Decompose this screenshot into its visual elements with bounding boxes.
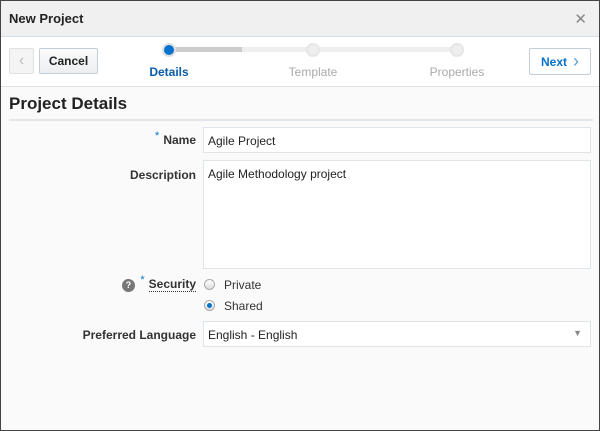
dropdown-arrow-icon: ▼ [573, 328, 582, 338]
divider [9, 119, 593, 121]
close-icon[interactable]: ✕ [574, 10, 587, 28]
next-label: Next [540, 54, 567, 69]
description-textarea[interactable]: Agile Methodology project [203, 160, 591, 269]
dialog-header: New Project ✕ [1, 1, 599, 37]
step-properties-dot[interactable] [450, 43, 464, 57]
help-icon[interactable]: ? [122, 279, 135, 292]
name-label: * Name [155, 130, 196, 147]
security-label: * Security [140, 274, 196, 292]
language-select[interactable]: English - English ▼ [203, 321, 591, 347]
back-button[interactable]: ‹ [9, 48, 34, 74]
step-template-dot[interactable] [306, 43, 320, 57]
step-details-dot[interactable] [162, 43, 176, 57]
step-details[interactable]: Details [149, 65, 188, 79]
required-icon: * [140, 274, 145, 286]
chevron-left-icon: ‹ [18, 52, 25, 69]
section-title: Project Details [9, 94, 128, 113]
description-label: Description [129, 168, 196, 182]
dialog-title: New Project [9, 11, 84, 26]
shared-radio[interactable] [204, 300, 215, 311]
language-label: Preferred Language [82, 328, 196, 342]
private-label[interactable]: Private [224, 278, 261, 292]
language-value: English - English [208, 328, 298, 342]
train-progress [169, 47, 242, 52]
next-button[interactable]: Next › [529, 48, 591, 75]
name-input[interactable]: Agile Project [203, 127, 591, 153]
chevron-right-icon: › [573, 51, 579, 71]
required-icon: * [155, 130, 160, 142]
cancel-button[interactable]: Cancel [39, 48, 98, 74]
step-template[interactable]: Template [289, 65, 338, 79]
new-project-dialog: New Project ✕ ‹ Cancel Details Template … [0, 0, 600, 431]
train-toolbar: ‹ Cancel Details Template Properties Nex… [1, 37, 599, 87]
private-radio[interactable] [204, 279, 215, 290]
shared-label[interactable]: Shared [224, 299, 263, 313]
step-properties[interactable]: Properties [430, 65, 485, 79]
